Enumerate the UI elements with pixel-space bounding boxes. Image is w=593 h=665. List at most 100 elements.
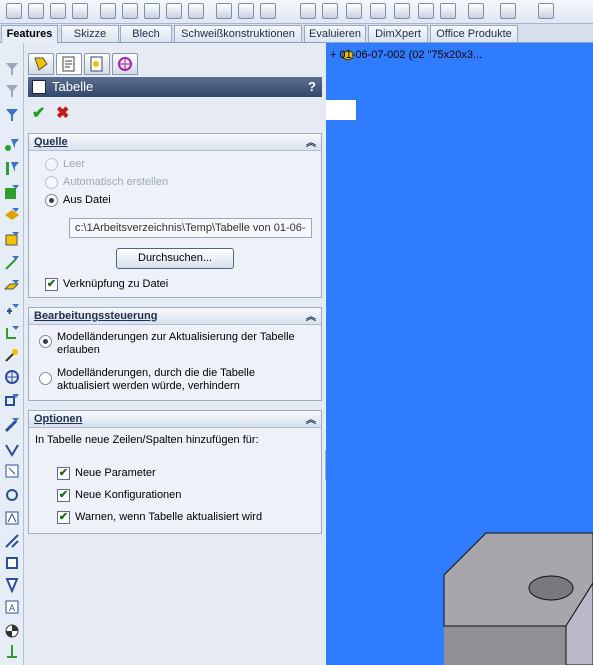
- filter-tool-icon[interactable]: [4, 643, 20, 659]
- collapse-chevron-icon[interactable]: ︽: [306, 309, 316, 326]
- property-manager-panel: Tabelle ? ✔ ✖ Quelle ︽ Leer Automatisch …: [24, 43, 326, 665]
- radio-label: Leer: [63, 158, 86, 170]
- warn-on-update-checkbox[interactable]: ✔: [57, 511, 70, 524]
- toolbar-tool-icon[interactable]: [300, 3, 316, 19]
- filter-weld-icon[interactable]: [4, 393, 20, 409]
- toolbar-tool-icon[interactable]: [468, 3, 484, 19]
- cancel-button[interactable]: ✖: [56, 103, 69, 123]
- tab-evaluieren[interactable]: Evaluieren: [304, 25, 366, 42]
- filter-face-icon[interactable]: [4, 184, 20, 200]
- graphics-viewport[interactable]: + 01-06-07-002 (02 "75x20x3...: [326, 43, 593, 665]
- configuration-manager-tab[interactable]: [84, 53, 110, 75]
- radio-allow-updates[interactable]: [39, 335, 52, 348]
- new-parameters-checkbox[interactable]: ✔: [57, 467, 70, 480]
- toolbar-tool-icon[interactable]: [538, 3, 554, 19]
- radio-label: erlauben: [57, 344, 100, 356]
- tab-office-produkte[interactable]: Office Produkte: [430, 25, 518, 42]
- filter-axis-icon[interactable]: [4, 255, 20, 271]
- toolbar-tool-icon[interactable]: [188, 3, 204, 19]
- toolbar-tool-icon[interactable]: [122, 3, 138, 19]
- radio-block-updates[interactable]: [39, 372, 52, 385]
- tab-blech[interactable]: Blech: [120, 25, 172, 42]
- section-title: Optionen: [34, 413, 83, 425]
- options-description: In Tabelle neue Zeilen/Spalten hinzufüge…: [35, 434, 259, 446]
- filter-tool-icon[interactable]: A: [4, 599, 20, 615]
- toolbar-tool-icon[interactable]: [100, 3, 116, 19]
- toolbar-tool-icon[interactable]: [50, 3, 66, 19]
- toolbar-tool-icon[interactable]: [346, 3, 362, 19]
- toolbar-tool-icon[interactable]: [6, 3, 22, 19]
- filter-tool-icon[interactable]: [4, 417, 20, 433]
- filter-vertex-icon[interactable]: [4, 137, 20, 153]
- tab-features[interactable]: Features: [1, 25, 58, 44]
- toolbar-tool-icon[interactable]: [260, 3, 276, 19]
- property-manager-icon: [62, 56, 75, 72]
- section-header[interactable]: Bearbeitungssteuerung ︽: [29, 308, 321, 325]
- filter-icon[interactable]: [4, 107, 20, 123]
- toolbar-tool-icon[interactable]: [72, 3, 88, 19]
- filter-plane-icon[interactable]: [4, 279, 20, 295]
- section-optionen: Optionen ︽ In Tabelle neue Zeilen/Spalte…: [28, 410, 322, 534]
- filter-icon[interactable]: [4, 83, 20, 99]
- section-quelle: Quelle ︽ Leer Automatisch erstellen Aus …: [28, 133, 322, 298]
- filter-dimension-icon[interactable]: [4, 325, 20, 341]
- filter-edge-icon[interactable]: [4, 160, 20, 176]
- section-header[interactable]: Quelle ︽: [29, 134, 321, 151]
- property-manager-tab[interactable]: [56, 53, 82, 75]
- feature-manager-icon: [34, 57, 48, 71]
- radio-label: Automatisch erstellen: [63, 176, 169, 188]
- new-configurations-checkbox[interactable]: ✔: [57, 489, 70, 502]
- display-manager-icon: [118, 57, 132, 71]
- filter-tool-icon[interactable]: [4, 533, 20, 549]
- page-title: Tabelle: [52, 79, 94, 94]
- filter-tool-icon[interactable]: [4, 555, 20, 571]
- toolbar-tool-icon[interactable]: [322, 3, 338, 19]
- property-manager-title-bar: Tabelle ?: [28, 77, 322, 97]
- filter-tool-icon[interactable]: [4, 441, 20, 457]
- filter-icon[interactable]: [4, 61, 20, 77]
- tab-schweisskonstruktionen[interactable]: Schweißkonstruktionen: [174, 25, 302, 42]
- tab-skizze[interactable]: Skizze: [61, 25, 119, 42]
- filter-sketch-icon[interactable]: [4, 369, 20, 385]
- filter-tool-icon[interactable]: [4, 487, 20, 503]
- filter-point-icon[interactable]: [4, 303, 20, 319]
- filter-surface-icon[interactable]: [4, 207, 20, 223]
- radio-aus-datei[interactable]: [45, 194, 58, 207]
- feature-manager-tab[interactable]: [28, 53, 54, 75]
- browse-button[interactable]: Durchsuchen...: [116, 248, 234, 269]
- display-manager-tab[interactable]: [112, 53, 138, 75]
- toolbar-tool-icon[interactable]: [238, 3, 254, 19]
- toolbar-tool-icon[interactable]: [166, 3, 182, 19]
- tab-dimxpert[interactable]: DimXpert: [368, 25, 428, 42]
- toolbar-tool-icon[interactable]: [418, 3, 434, 19]
- toolbar-tool-icon[interactable]: [216, 3, 232, 19]
- file-path-field[interactable]: c:\1Arbeitsverzeichnis\Temp\Tabelle von …: [69, 218, 312, 238]
- top-toolbar: [0, 0, 593, 24]
- filter-tool-icon[interactable]: [4, 463, 20, 479]
- filter-annotation-icon[interactable]: [4, 347, 20, 363]
- collapse-chevron-icon[interactable]: ︽: [306, 135, 316, 152]
- filter-tool-icon[interactable]: [4, 623, 20, 639]
- section-header[interactable]: Optionen ︽: [29, 411, 321, 428]
- ok-button[interactable]: ✔: [32, 103, 45, 123]
- command-manager-tabs: Features Skizze Blech Schweißkonstruktio…: [0, 24, 593, 44]
- checkbox-label: Neue Konfigurationen: [75, 489, 182, 501]
- toolbar-tool-icon[interactable]: [500, 3, 516, 19]
- radio-label: aktualisiert werden würde, verhindern: [57, 380, 240, 392]
- help-button[interactable]: ?: [308, 77, 316, 97]
- toolbar-tool-icon[interactable]: [394, 3, 410, 19]
- toolbar-tool-icon[interactable]: [28, 3, 44, 19]
- section-bearbeitungssteuerung: Bearbeitungssteuerung ︽ Modelländerungen…: [28, 307, 322, 401]
- toolbar-tool-icon[interactable]: [144, 3, 160, 19]
- radio-label: Modelländerungen, durch die die Tabelle: [57, 367, 255, 379]
- filter-tool-icon[interactable]: [4, 510, 20, 526]
- radio-label: Modelländerungen zur Aktualisierung der …: [57, 331, 295, 343]
- 3d-model[interactable]: [326, 43, 593, 665]
- radio-automatisch: [45, 176, 58, 189]
- filter-body-icon[interactable]: [4, 231, 20, 247]
- toolbar-tool-icon[interactable]: [370, 3, 386, 19]
- link-to-file-checkbox[interactable]: ✔: [45, 278, 58, 291]
- collapse-chevron-icon[interactable]: ︽: [306, 412, 316, 429]
- toolbar-tool-icon[interactable]: [440, 3, 456, 19]
- filter-tool-icon[interactable]: [4, 577, 20, 593]
